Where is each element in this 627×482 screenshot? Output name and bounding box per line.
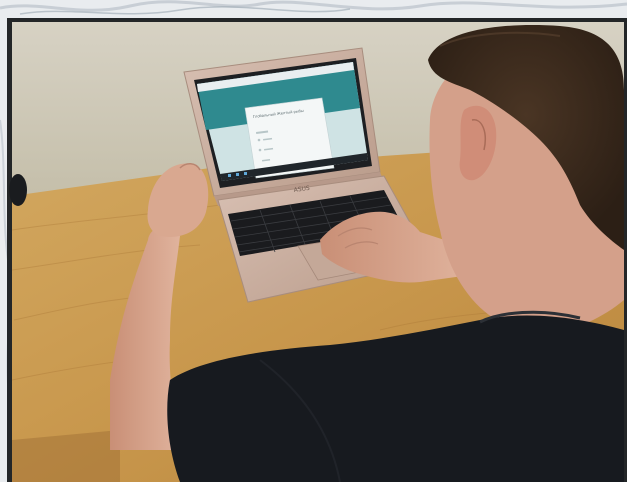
dark-object bbox=[9, 174, 27, 206]
photo-illustration: Глобальный Желтый рыбы ASUS bbox=[0, 0, 627, 482]
photo-scene: Глобальный Желтый рыбы ASUS bbox=[0, 0, 627, 482]
